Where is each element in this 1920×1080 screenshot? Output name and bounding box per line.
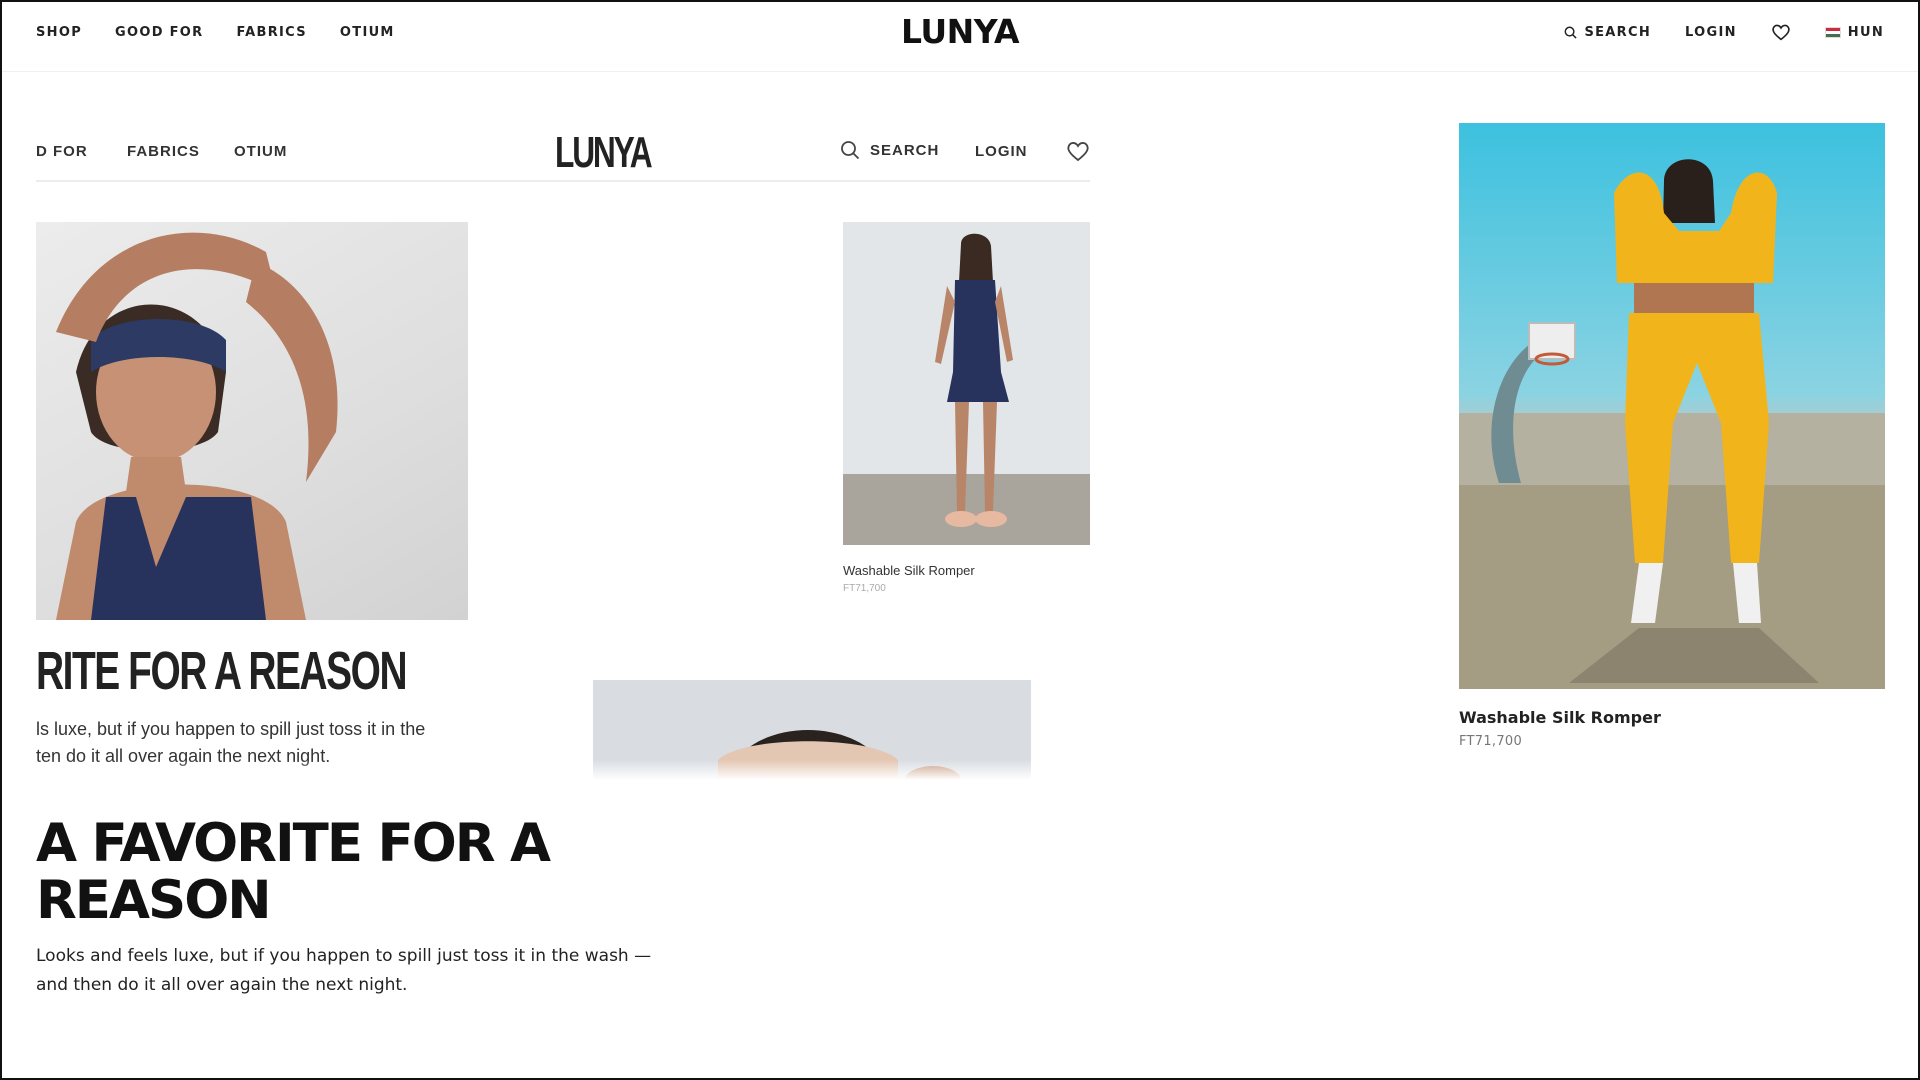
inset-fade <box>36 760 1090 780</box>
inset-nav-fabrics[interactable]: FABRICS <box>127 143 200 160</box>
romper-illustration <box>935 233 1013 527</box>
utility-menu: SEARCH LOGIN HUN <box>1564 2 1884 62</box>
inset-navigation: D FOR FABRICS OTIUM LUNYA SEARCH LOGIN <box>36 110 1090 182</box>
sweatsuit-product-photo[interactable] <box>1459 123 1885 689</box>
romper-product-photo-small[interactable] <box>843 222 1090 545</box>
search-button[interactable]: SEARCH <box>1564 25 1651 40</box>
inset-product-name[interactable]: Washable Silk Romper <box>843 563 975 578</box>
region-label: HUN <box>1847 24 1884 40</box>
inset-product-price: FT71,700 <box>843 583 886 594</box>
feature-heading: A FAVORITE FOR A REASON <box>36 813 551 931</box>
search-label: SEARCH <box>1584 24 1652 40</box>
inset-heading: RITE FOR A REASON <box>36 641 408 701</box>
inset-brand-logo[interactable]: LUNYA <box>555 128 653 178</box>
top-navigation: SHOP GOOD FOR FABRICS OTIUM LUNYA SEARCH… <box>2 2 1918 72</box>
inset-search-label: SEARCH <box>870 141 940 159</box>
flag-icon <box>1824 26 1841 38</box>
search-icon <box>1565 26 1578 39</box>
model-illustration <box>56 232 338 620</box>
product-name[interactable]: Washable Silk Romper <box>1459 708 1661 727</box>
heart-icon[interactable] <box>1771 23 1791 41</box>
feature-body: Looks and feels luxe, but if you happen … <box>36 946 652 995</box>
sweatsuit-illustration <box>1459 159 1885 689</box>
region-selector[interactable]: HUN <box>1824 24 1884 40</box>
inset-nav-good-for[interactable]: D FOR <box>36 143 88 160</box>
inset-body-line-1: ls luxe, but if you happen to spill just… <box>36 719 426 739</box>
inset-nav-otium[interactable]: OTIUM <box>234 143 287 160</box>
headband-model-photo[interactable] <box>36 222 468 620</box>
product-price: FT71,700 <box>1459 734 1523 749</box>
inset-search-button[interactable]: SEARCH <box>840 140 939 160</box>
login-link[interactable]: LOGIN <box>1685 25 1737 40</box>
inset-login-link[interactable]: LOGIN <box>975 143 1028 160</box>
inset-screenshot: D FOR FABRICS OTIUM LUNYA SEARCH LOGIN W… <box>36 110 1090 780</box>
heart-icon[interactable] <box>1066 140 1090 162</box>
search-icon <box>841 141 860 160</box>
